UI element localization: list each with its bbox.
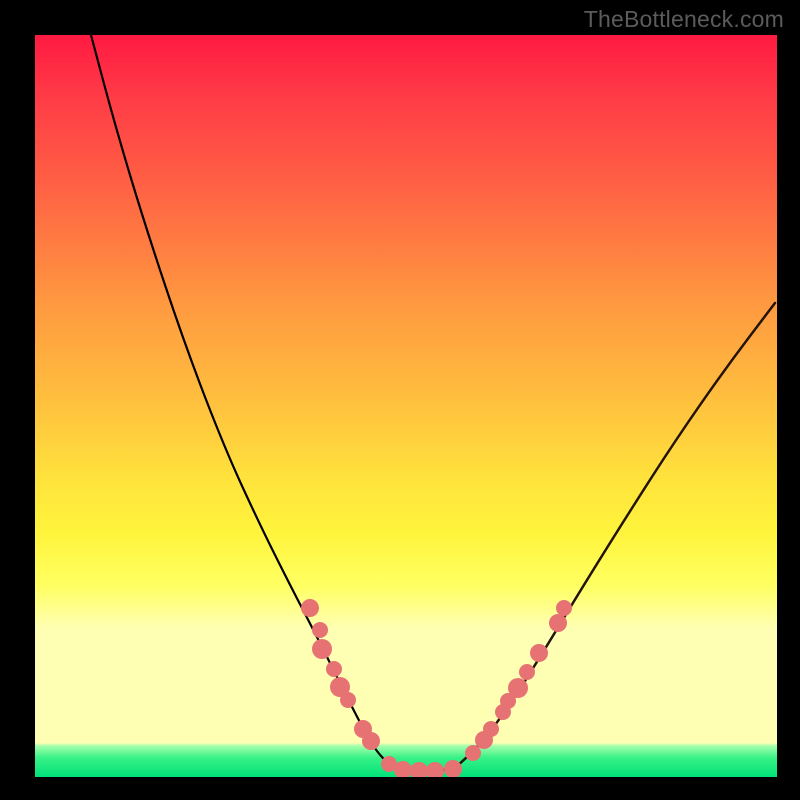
curve-svg xyxy=(35,35,777,777)
data-point-right xyxy=(508,678,528,698)
data-point-left xyxy=(326,661,342,677)
data-point-floor xyxy=(444,760,462,777)
data-point-left xyxy=(362,732,380,750)
data-point-right xyxy=(483,721,499,737)
data-point-left xyxy=(312,622,328,638)
data-point-left xyxy=(354,720,372,738)
plot-area xyxy=(35,35,777,777)
watermark-text: TheBottleneck.com xyxy=(584,6,784,33)
data-point-left xyxy=(301,599,319,617)
data-point-left xyxy=(340,692,356,708)
data-point-left xyxy=(312,639,332,659)
data-point-right xyxy=(556,600,572,616)
data-point-right xyxy=(500,693,516,709)
data-point-right xyxy=(519,664,535,680)
data-point-floor xyxy=(410,762,428,777)
data-point-right xyxy=(549,614,567,632)
bottleneck-curve xyxy=(91,35,775,771)
data-point-floor xyxy=(394,761,412,777)
chart-frame: TheBottleneck.com xyxy=(0,0,800,800)
data-point-floor xyxy=(426,762,444,777)
data-point-right xyxy=(465,745,481,761)
data-point-right xyxy=(475,731,493,749)
data-point-right xyxy=(530,644,548,662)
data-point-left xyxy=(381,756,397,772)
data-point-right xyxy=(495,704,511,720)
data-point-left xyxy=(330,677,350,697)
bottleneck-curve-right xyxy=(455,303,775,768)
